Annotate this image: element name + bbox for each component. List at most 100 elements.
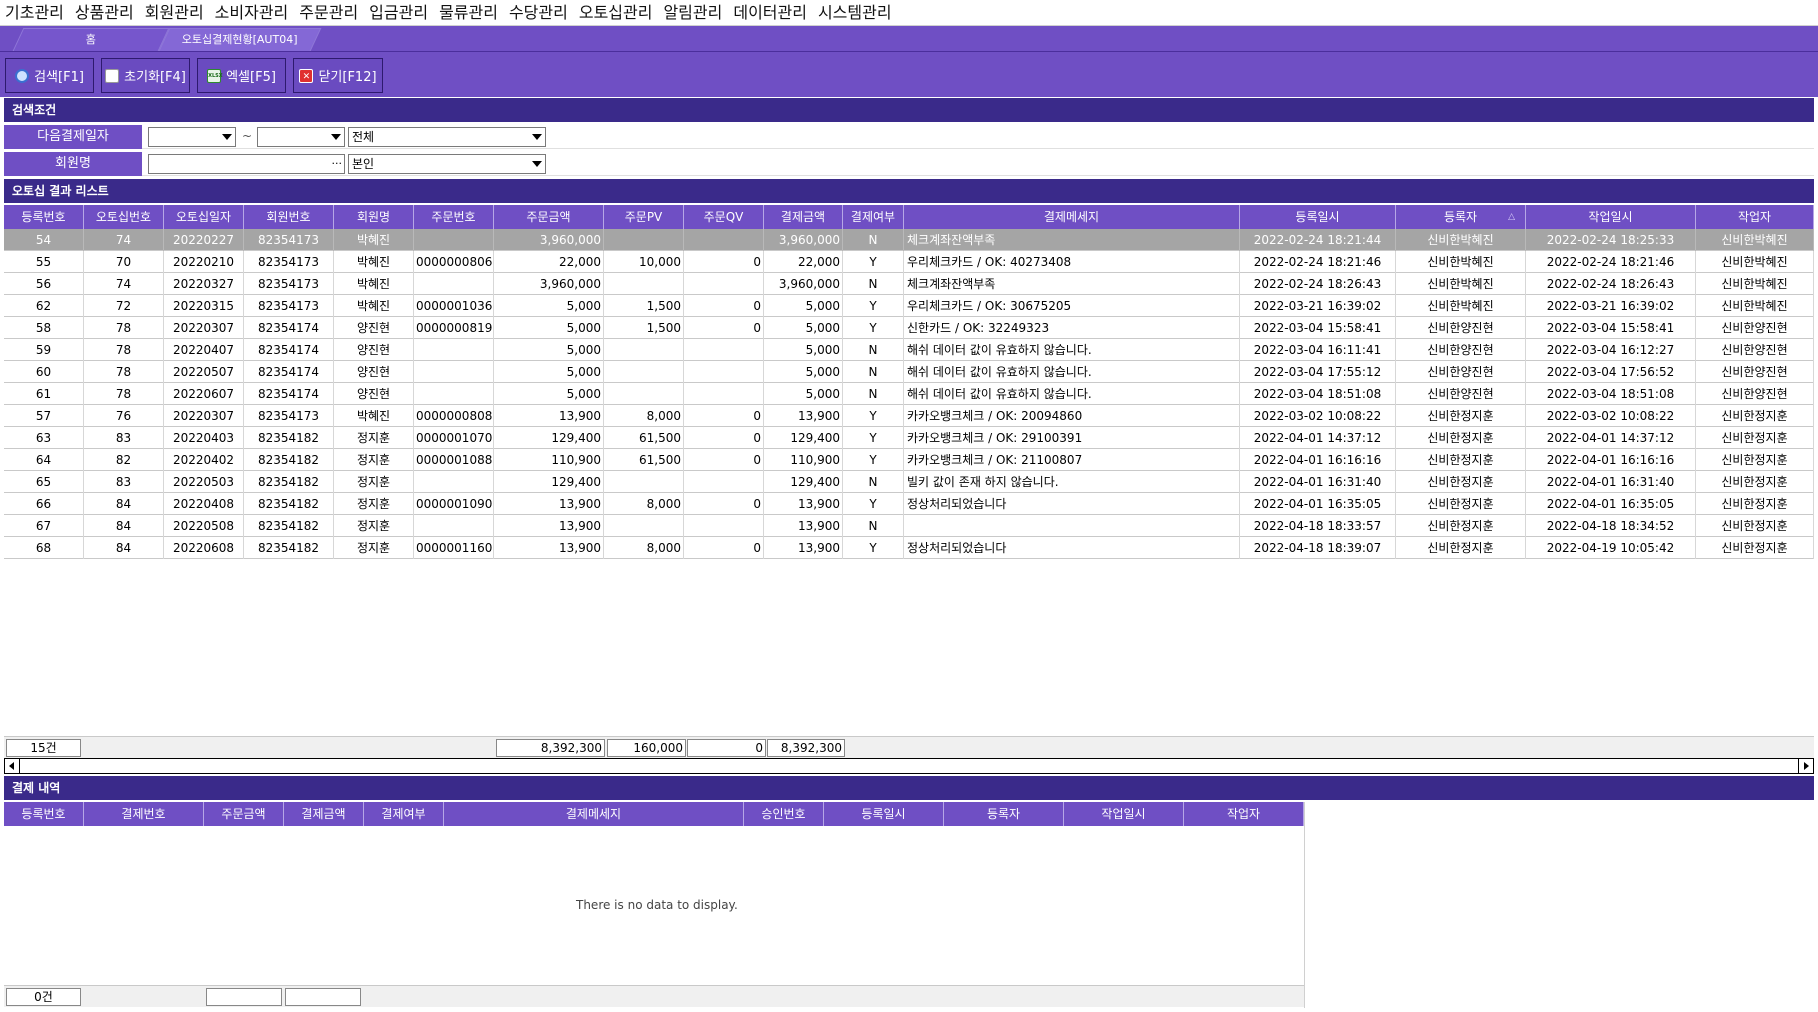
results-col-header-8[interactable]: 주문PV bbox=[604, 205, 684, 229]
payment-col-header-8[interactable]: 등록일시 bbox=[824, 802, 944, 826]
table-row[interactable]: 56 74 20220327 82354173 박혜진 3,960,000 3,960,00… bbox=[4, 273, 1814, 295]
scroll-left-button[interactable] bbox=[5, 759, 20, 773]
payment-col-header-6[interactable]: 결제메세지 bbox=[444, 802, 744, 826]
menu-item-2[interactable]: 상품관리 bbox=[70, 0, 140, 26]
date-range-separator: ~ bbox=[242, 129, 253, 143]
results-col-header-6[interactable]: 주문번호 bbox=[414, 205, 494, 229]
table-row[interactable]: 57 76 20220307 82354173 박혜진 0000000808 13,900 8… bbox=[4, 405, 1814, 427]
menu-item-12[interactable]: 시스템관리 bbox=[813, 0, 898, 26]
results-col-header-16[interactable]: 작업자 bbox=[1696, 205, 1814, 229]
payment-col-header-9[interactable]: 등록자 bbox=[944, 802, 1064, 826]
payment-col-header-2[interactable]: 결제번호 bbox=[84, 802, 204, 826]
table-cell: 82354182 bbox=[244, 471, 334, 493]
menu-item-7[interactable]: 물류관리 bbox=[434, 0, 504, 26]
payment-col-header-11[interactable]: 작업자 bbox=[1184, 802, 1304, 826]
table-row[interactable]: 63 83 20220403 82354182 정지훈 0000001070 129,400… bbox=[4, 427, 1814, 449]
table-row[interactable]: 67 84 20220508 82354182 정지훈 13,900 13,900 N 2022… bbox=[4, 515, 1814, 537]
results-col-header-11[interactable]: 결제여부 bbox=[843, 205, 904, 229]
total-order-amount: 8,392,300 bbox=[496, 739, 605, 757]
results-col-header-14[interactable]: 등록자 △ bbox=[1396, 205, 1526, 229]
column-header-label: 주문번호 bbox=[431, 210, 476, 224]
column-header-label: 등록번호 bbox=[21, 210, 66, 224]
menu-item-11[interactable]: 데이터관리 bbox=[728, 0, 813, 26]
ellipsis-icon[interactable]: ··· bbox=[332, 155, 343, 173]
menu-item-4[interactable]: 소비자관리 bbox=[210, 0, 295, 26]
menu-item-1[interactable]: 기초관리 bbox=[0, 0, 70, 26]
reset-button[interactable]: 초기화[F4] bbox=[101, 58, 190, 93]
results-col-header-13[interactable]: 등록일시 bbox=[1240, 205, 1396, 229]
table-cell: 신비한박혜진 bbox=[1396, 295, 1526, 317]
payment-col-header-10[interactable]: 작업일시 bbox=[1064, 802, 1184, 826]
results-col-header-12[interactable]: 결제메세지 bbox=[904, 205, 1240, 229]
results-col-header-4[interactable]: 회원번호 bbox=[244, 205, 334, 229]
table-row[interactable]: 61 78 20220607 82354174 양진현 5,000 5,000 N 해쉬 데이터… bbox=[4, 383, 1814, 405]
table-cell: 0 bbox=[684, 493, 764, 515]
menu-item-5[interactable]: 주문관리 bbox=[294, 0, 364, 26]
excel-button[interactable]: XLSX 엑셀[F5] bbox=[197, 58, 286, 93]
payment-col-header-1[interactable]: 등록번호 bbox=[4, 802, 84, 826]
results-col-header-9[interactable]: 주문QV bbox=[684, 205, 764, 229]
date-from-picker[interactable] bbox=[148, 127, 236, 147]
column-header-label: 주문PV bbox=[624, 210, 663, 224]
table-cell bbox=[684, 471, 764, 493]
menu-item-3[interactable]: 회원관리 bbox=[140, 0, 210, 26]
table-cell: 8,000 bbox=[604, 493, 684, 515]
results-col-header-15[interactable]: 작업일시 bbox=[1526, 205, 1696, 229]
member-name-input[interactable]: ··· bbox=[148, 154, 345, 174]
table-cell: 신비한정지훈 bbox=[1396, 449, 1526, 471]
menu-item-10[interactable]: 알림관리 bbox=[658, 0, 728, 26]
member-scope-select[interactable]: 본인 bbox=[348, 154, 546, 174]
table-cell: 신비한양진현 bbox=[1696, 361, 1814, 383]
results-col-header-2[interactable]: 오토십번호 bbox=[84, 205, 164, 229]
table-cell: 정상처리되었습니다 bbox=[904, 537, 1240, 559]
table-cell: 20220210 bbox=[164, 251, 244, 273]
results-col-header-3[interactable]: 오토십일자 bbox=[164, 205, 244, 229]
menu-item-6[interactable]: 입금관리 bbox=[364, 0, 434, 26]
payment-col-header-7[interactable]: 승인번호 bbox=[744, 802, 824, 826]
reset-button-label: 초기화[F4] bbox=[124, 70, 186, 85]
payment-col-header-5[interactable]: 결제여부 bbox=[364, 802, 444, 826]
search-button[interactable]: 검색[F1] bbox=[5, 58, 94, 93]
table-cell: 20220403 bbox=[164, 427, 244, 449]
menu-item-9[interactable]: 오토십관리 bbox=[574, 0, 659, 26]
tab-home[interactable]: 홈 bbox=[12, 28, 170, 51]
table-cell: 정지훈 bbox=[334, 537, 414, 559]
table-cell: 8,000 bbox=[604, 537, 684, 559]
table-cell: 신비한박혜진 bbox=[1396, 229, 1526, 251]
table-cell: 82354173 bbox=[244, 251, 334, 273]
table-row[interactable]: 55 70 20220210 82354173 박혜진 0000000806 22,000 1… bbox=[4, 251, 1814, 273]
table-cell: 2022-02-24 18:26:43 bbox=[1240, 273, 1396, 295]
table-cell: 78 bbox=[84, 361, 164, 383]
table-cell: 정상처리되었습니다 bbox=[904, 493, 1240, 515]
menu-item-8[interactable]: 수당관리 bbox=[504, 0, 574, 26]
table-row[interactable]: 59 78 20220407 82354174 양진현 5,000 5,000 N 해쉬 데이터… bbox=[4, 339, 1814, 361]
table-row[interactable]: 60 78 20220507 82354174 양진현 5,000 5,000 N 해쉬 데이터… bbox=[4, 361, 1814, 383]
date-to-picker[interactable] bbox=[257, 127, 345, 147]
payment-col-header-3[interactable]: 주문금액 bbox=[204, 802, 284, 826]
tab-autoship-payment-status[interactable]: 오토십결제현황[AUT04] bbox=[158, 28, 322, 51]
close-button[interactable]: ✕ 닫기[F12] bbox=[293, 58, 383, 93]
results-horizontal-scrollbar[interactable] bbox=[4, 758, 1814, 774]
table-cell: 61,500 bbox=[604, 427, 684, 449]
results-col-header-10[interactable]: 결제금액 bbox=[764, 205, 843, 229]
table-row[interactable]: 64 82 20220402 82354182 정지훈 0000001088 110,900… bbox=[4, 449, 1814, 471]
table-cell: 신비한정지훈 bbox=[1696, 493, 1814, 515]
table-cell: 2022-03-04 16:11:41 bbox=[1240, 339, 1396, 361]
results-col-header-7[interactable]: 주문금액 bbox=[494, 205, 604, 229]
table-row[interactable]: 66 84 20220408 82354182 정지훈 0000001090 13,900 8… bbox=[4, 493, 1814, 515]
tab-active-label: 오토십결제현황[AUT04] bbox=[181, 33, 298, 46]
table-cell: 카카오뱅크체크 / OK: 21100807 bbox=[904, 449, 1240, 471]
table-row[interactable]: 58 78 20220307 82354174 양진현 0000000819 5,000 1,… bbox=[4, 317, 1814, 339]
payment-col-header-4[interactable]: 결제금액 bbox=[284, 802, 364, 826]
table-row[interactable]: 65 83 20220503 82354182 정지훈 129,400 129,400 N 빌키… bbox=[4, 471, 1814, 493]
payment-status-select[interactable]: 전체 bbox=[348, 127, 546, 147]
results-col-header-1[interactable]: 등록번호 bbox=[4, 205, 84, 229]
scroll-right-button[interactable] bbox=[1798, 759, 1813, 773]
table-row[interactable]: 68 84 20220608 82354182 정지훈 0000001160 13,900 8… bbox=[4, 537, 1814, 559]
table-cell: 해쉬 데이터 값이 유효하지 않습니다. bbox=[904, 361, 1240, 383]
table-row[interactable]: 54 74 20220227 82354173 박혜진 3,960,000 3,960,00… bbox=[4, 229, 1814, 251]
table-row[interactable]: 62 72 20220315 82354173 박혜진 0000001036 5,000 1,… bbox=[4, 295, 1814, 317]
results-col-header-5[interactable]: 회원명 bbox=[334, 205, 414, 229]
table-cell: 2022-04-01 16:16:16 bbox=[1240, 449, 1396, 471]
table-cell bbox=[604, 471, 684, 493]
